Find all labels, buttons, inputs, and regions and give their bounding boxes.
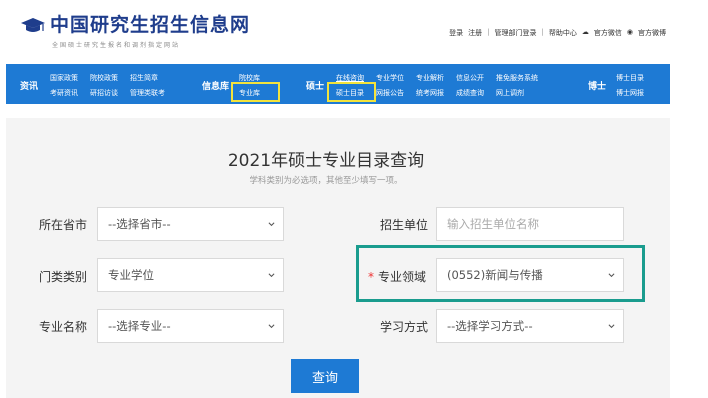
- official-wechat-link[interactable]: 官方微信: [594, 28, 622, 38]
- chevron-down-icon: [608, 324, 615, 329]
- nav-link-school-policy[interactable]: 院校政策: [90, 73, 118, 83]
- nav-link-phd-catalog[interactable]: 博士目录: [616, 73, 644, 83]
- category-label: 门类类别: [39, 270, 88, 284]
- nav-link-recommend-system[interactable]: 推免服务系统: [496, 73, 538, 83]
- nav-link-national-policy[interactable]: 国家政策: [50, 73, 78, 83]
- site-logo[interactable]: 中国研究生招生信息网: [20, 14, 250, 36]
- wechat-icon: ☁: [581, 28, 589, 36]
- unit-input-placeholder: 输入招生单位名称: [447, 217, 539, 231]
- page-title: 2021年硕士专业目录查询: [227, 151, 425, 171]
- nav-head-boshi[interactable]: 博士: [588, 79, 606, 92]
- site-title: 中国研究生招生信息网: [50, 14, 251, 36]
- nav-link-online-transfer[interactable]: 网上调剂: [496, 88, 524, 98]
- official-weibo-link[interactable]: 官方微博: [638, 28, 666, 38]
- study-mode-select[interactable]: --选择学习方式--: [436, 309, 624, 343]
- nav-link-score-query[interactable]: 成绩查询: [456, 88, 484, 98]
- graduation-cap-icon: [21, 18, 45, 32]
- major-select[interactable]: --选择专业--: [97, 309, 284, 343]
- category-select-value: 专业学位: [108, 268, 154, 282]
- major-select-value: --选择专业--: [108, 319, 171, 333]
- major-label: 专业名称: [39, 320, 88, 334]
- register-link[interactable]: 注册: [468, 28, 482, 38]
- query-button[interactable]: 查询: [291, 359, 359, 393]
- page-subtitle: 学科类别为必选项，其他至少填写一项。: [249, 176, 403, 186]
- nav-link-registration-notice[interactable]: 网报公告: [376, 88, 404, 98]
- nav-link-admission-guide[interactable]: 招生简章: [130, 73, 158, 83]
- site-subtitle: 全国硕士研究生报名和调剂指定网站: [52, 42, 181, 49]
- help-center-link[interactable]: 帮助中心: [549, 28, 577, 38]
- study-mode-select-value: --选择学习方式--: [447, 319, 533, 333]
- admin-login-link[interactable]: 管理部门登录: [495, 28, 537, 38]
- field-highlight: [356, 245, 645, 302]
- nav-head-zixun[interactable]: 资讯: [20, 79, 38, 92]
- nav-head-xinxiku[interactable]: 信息库: [202, 79, 229, 92]
- nav-link-interviews[interactable]: 研招访谈: [90, 88, 118, 98]
- separator: |: [487, 28, 490, 36]
- study-mode-label: 学习方式: [380, 320, 429, 334]
- top-links: 登录 注册 | 管理部门登录 | 帮助中心 ☁ 官方微信 ◉ 官方微博: [449, 28, 666, 38]
- nav-head-shuoshi[interactable]: 硕士: [306, 79, 324, 92]
- login-link[interactable]: 登录: [449, 28, 463, 38]
- master-catalog-highlight: [327, 82, 376, 102]
- nav-link-unified-registration[interactable]: 统考网报: [416, 88, 444, 98]
- nav-link-major-analysis[interactable]: 专业解析: [416, 73, 444, 83]
- nav-link-mgmt-exam[interactable]: 管理类联考: [130, 88, 165, 98]
- chevron-down-icon: [268, 273, 275, 278]
- province-select[interactable]: --选择省市--: [97, 207, 284, 241]
- category-select[interactable]: 专业学位: [97, 258, 284, 292]
- weibo-icon: ◉: [626, 28, 633, 36]
- separator: |: [541, 28, 544, 36]
- unit-label: 招生单位: [380, 218, 429, 232]
- province-label: 所在省市: [39, 218, 88, 232]
- site-header: 中国研究生招生信息网 全国硕士研究生报名和调剂指定网站 登录 注册 | 管理部门…: [0, 0, 708, 62]
- province-select-value: --选择省市--: [108, 217, 171, 231]
- main-nav: 资讯 国家政策 院校政策 招生简章 考研资讯 研招访谈 管理类联考 信息库 院校…: [6, 64, 670, 104]
- nav-link-professional-degree[interactable]: 专业学位: [376, 73, 404, 83]
- nav-link-kaoyan-news[interactable]: 考研资讯: [50, 88, 78, 98]
- unit-input[interactable]: 输入招生单位名称: [436, 207, 624, 241]
- chevron-down-icon: [268, 222, 275, 227]
- chevron-down-icon: [268, 324, 275, 329]
- nav-link-info-disclosure[interactable]: 信息公开: [456, 73, 484, 83]
- major-db-highlight: [231, 82, 280, 102]
- nav-link-phd-registration[interactable]: 博士网报: [616, 88, 644, 98]
